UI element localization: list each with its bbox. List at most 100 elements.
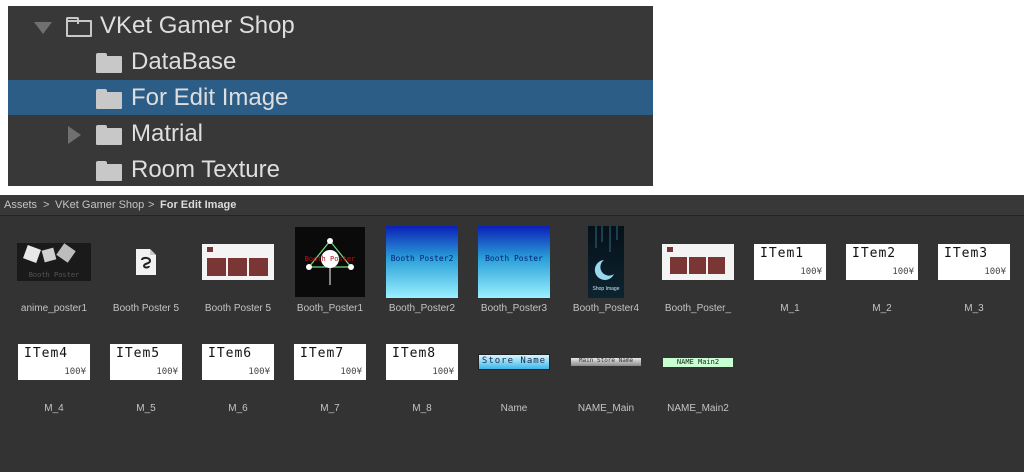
asset-name: NAME_Main — [577, 403, 635, 414]
asset-name: M_3 — [964, 303, 984, 314]
tree-item-room-texture[interactable]: Room Texture — [8, 152, 653, 187]
asset-name: NAME_Main2 — [667, 403, 729, 414]
folder-icon — [96, 53, 122, 73]
breadcrumb-item-vket-gamer-shop[interactable]: VKet Gamer Shop — [55, 195, 144, 215]
thumb-caption: ITem3 — [944, 246, 989, 261]
folder-icon — [96, 161, 122, 181]
clip-studio-file-icon — [136, 249, 156, 275]
asset-name: M_5 — [136, 403, 156, 414]
asset-name: M_2 — [872, 303, 892, 314]
expand-arrow-icon[interactable] — [68, 126, 81, 144]
asset-m-4[interactable]: ITem4 100¥ M_4 — [8, 325, 100, 425]
asset-booth-poster4[interactable]: Shop Image Booth_Poster4 — [560, 225, 652, 325]
tree-item-for-edit-image[interactable]: For Edit Image — [8, 80, 653, 115]
open-folder-icon — [66, 17, 92, 37]
asset-m-7[interactable]: ITem7 100¥ M_7 — [284, 325, 376, 425]
thumb-price: 100¥ — [64, 367, 86, 377]
asset-m-3[interactable]: ITem3 100¥ M_3 — [928, 225, 1020, 325]
asset-name: M_1 — [780, 303, 800, 314]
asset-m-2[interactable]: ITem2 100¥ M_2 — [836, 225, 928, 325]
asset-thumbnail — [201, 225, 275, 299]
thumb-caption: Booth Poster — [28, 271, 80, 279]
thumb-price: 100¥ — [984, 267, 1006, 277]
asset-name: M_4 — [44, 403, 64, 414]
asset-booth-poster-underscore[interactable]: Booth_Poster_ — [652, 225, 744, 325]
asset-thumbnail: NAME Main2 — [661, 325, 735, 399]
thumb-price: 100¥ — [892, 267, 914, 277]
folder-tree-panel: VKet Gamer Shop DataBase For Edit Image … — [8, 6, 653, 186]
asset-thumbnail: Booth Poster — [477, 225, 551, 299]
asset-name: Booth Poster 5 — [204, 303, 272, 314]
asset-name: Booth_Poster4 — [572, 303, 640, 314]
thumb-caption: Booth Poster — [485, 254, 543, 263]
asset-m-5[interactable]: ITem5 100¥ M_5 — [100, 325, 192, 425]
asset-thumbnail: ITem8 100¥ — [385, 325, 459, 399]
asset-booth-poster2[interactable]: Booth Poster2 Booth_Poster2 — [376, 225, 468, 325]
thumb-caption: NAME Main2 — [676, 357, 720, 366]
asset-m-8[interactable]: ITem8 100¥ M_8 — [376, 325, 468, 425]
thumb-price: 100¥ — [800, 267, 822, 277]
tree-item-label: DataBase — [131, 48, 237, 75]
asset-name-main2[interactable]: NAME Main2 NAME_Main2 — [652, 325, 744, 425]
asset-name: Booth_Poster1 — [296, 303, 364, 314]
thumb-caption: Main Store Name — [578, 357, 634, 364]
tree-item-vket-gamer-shop[interactable]: VKet Gamer Shop — [8, 8, 653, 43]
asset-thumbnail: ITem6 100¥ — [201, 325, 275, 399]
breadcrumb-item-assets[interactable]: Assets — [4, 195, 37, 215]
thumb-caption: Store Name — [481, 356, 547, 366]
asset-m-1[interactable]: ITem1 100¥ M_1 — [744, 225, 836, 325]
asset-thumbnail: Shop Image — [569, 225, 643, 299]
breadcrumb-separator-icon: > — [43, 199, 50, 211]
thumb-price: 100¥ — [432, 367, 454, 377]
tree-item-database[interactable]: DataBase — [8, 44, 653, 79]
asset-name: anime_poster1 — [20, 303, 88, 314]
asset-anime-poster1[interactable]: Booth Poster anime_poster1 — [8, 225, 100, 325]
tree-item-label: Matrial — [131, 120, 204, 147]
asset-name-main[interactable]: Main Store Name NAME_Main — [560, 325, 652, 425]
breadcrumb-item-for-edit-image[interactable]: For Edit Image — [160, 195, 236, 215]
thumb-caption: ITem2 — [852, 246, 897, 261]
asset-booth-poster3[interactable]: Booth Poster Booth_Poster3 — [468, 225, 560, 325]
tree-item-label: Room Texture — [131, 156, 280, 183]
asset-name: Booth_Poster3 — [480, 303, 548, 314]
tree-item-matrial[interactable]: Matrial — [8, 116, 653, 151]
thumb-price: 100¥ — [340, 367, 362, 377]
asset-name: M_7 — [320, 403, 340, 414]
asset-thumbnail: Booth Poster — [293, 225, 367, 299]
thumb-caption: Booth Poster2 — [390, 254, 454, 263]
asset-thumbnail: ITem5 100¥ — [109, 325, 183, 399]
asset-thumbnail: Main Store Name — [569, 325, 643, 399]
thumb-price: 100¥ — [156, 367, 178, 377]
asset-thumbnail: ITem7 100¥ — [293, 325, 367, 399]
expand-arrow-icon[interactable] — [34, 22, 52, 34]
asset-booth-poster1[interactable]: Booth Poster Booth_Poster1 — [284, 225, 376, 325]
breadcrumb-separator-icon: > — [148, 199, 155, 211]
folder-icon — [96, 125, 122, 145]
thumb-caption: ITem6 — [208, 346, 253, 361]
asset-booth-poster-5-file[interactable]: Booth Poster 5 — [100, 225, 192, 325]
asset-name: Booth Poster 5 — [112, 303, 180, 314]
tree-item-label: VKet Gamer Shop — [100, 12, 295, 39]
thumb-price: 100¥ — [248, 367, 270, 377]
thumb-caption: ITem1 — [760, 246, 805, 261]
thumb-caption: Booth Poster — [304, 255, 356, 263]
asset-thumbnail: ITem4 100¥ — [17, 325, 91, 399]
asset-thumbnail: ITem3 100¥ — [937, 225, 1011, 299]
asset-thumbnail: Store Name — [477, 325, 551, 399]
tree-item-label: For Edit Image — [131, 84, 289, 111]
asset-name[interactable]: Store Name Name — [468, 325, 560, 425]
asset-thumbnail: ITem2 100¥ — [845, 225, 919, 299]
folder-icon — [96, 89, 122, 109]
asset-name: M_8 — [412, 403, 432, 414]
thumb-caption: ITem7 — [300, 346, 345, 361]
thumb-caption: ITem4 — [24, 346, 69, 361]
project-browser-panel: Assets > VKet Gamer Shop > For Edit Imag… — [0, 195, 1024, 472]
asset-m-6[interactable]: ITem6 100¥ M_6 — [192, 325, 284, 425]
asset-thumbnail — [661, 225, 735, 299]
breadcrumb: Assets > VKet Gamer Shop > For Edit Imag… — [0, 195, 1024, 216]
asset-booth-poster-5[interactable]: Booth Poster 5 — [192, 225, 284, 325]
asset-thumbnail: Booth Poster — [17, 225, 91, 299]
asset-thumbnail — [109, 225, 183, 299]
asset-name: Booth_Poster2 — [388, 303, 456, 314]
asset-name: Booth_Poster_ — [664, 303, 732, 314]
